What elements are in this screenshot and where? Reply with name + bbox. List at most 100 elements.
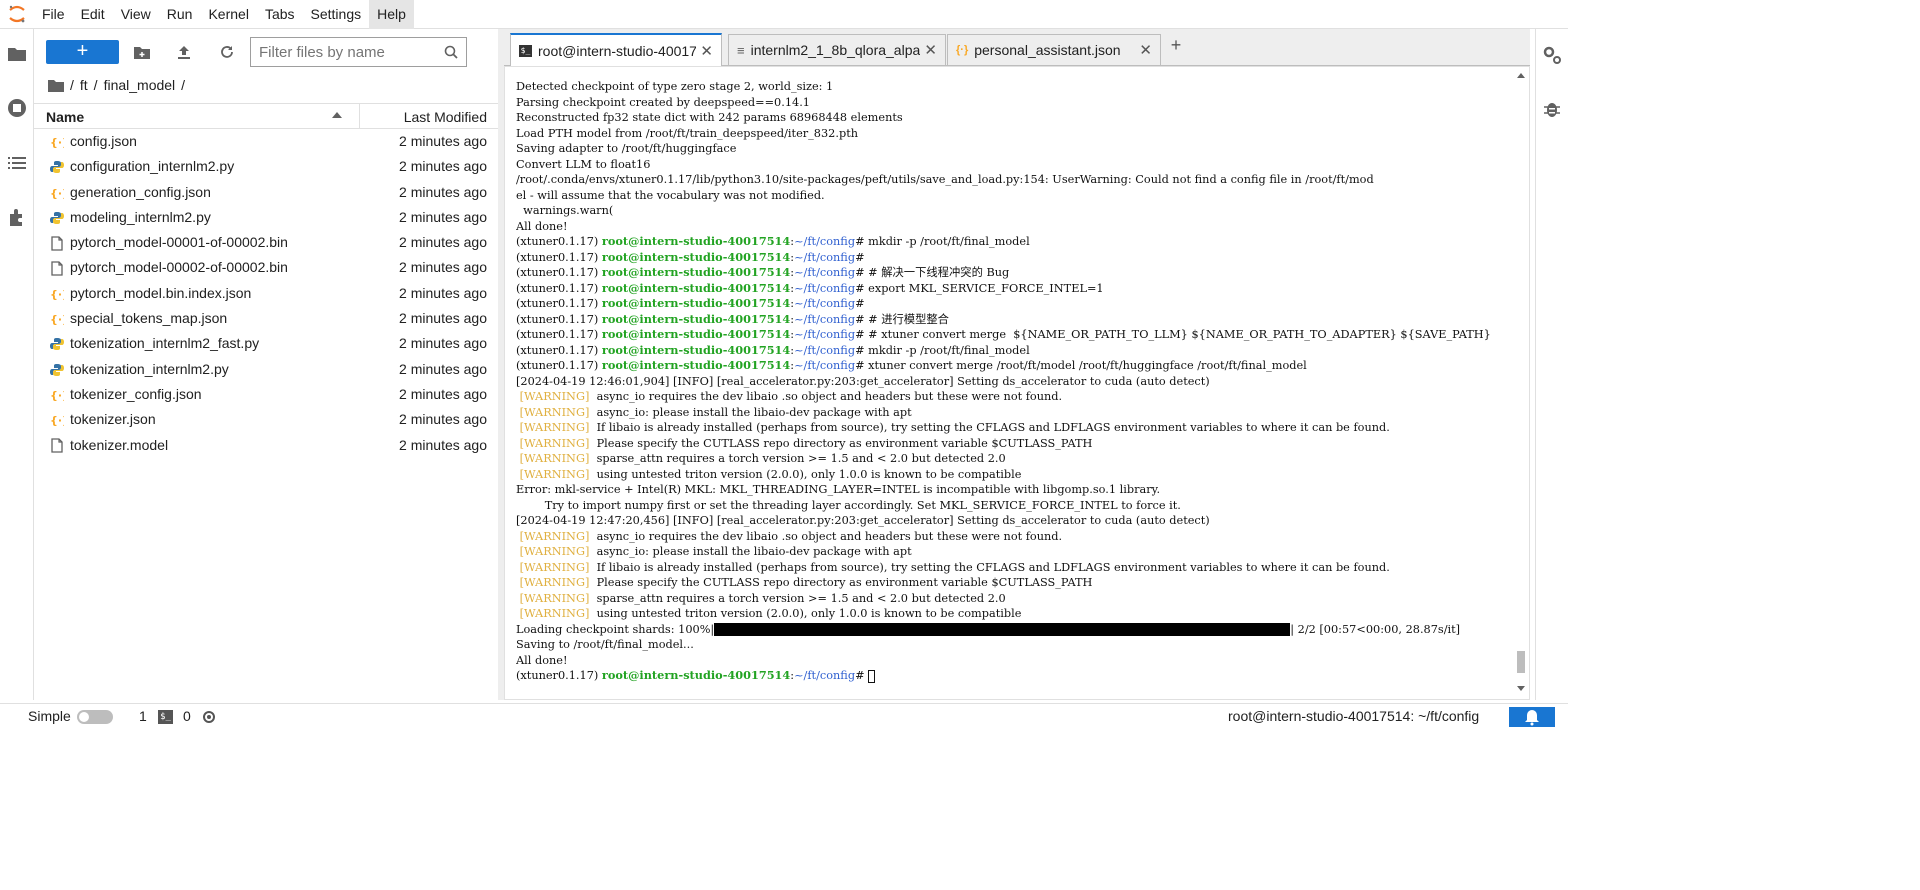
file-row[interactable]: {·} tokenizer_config.json 2 minutes ago — [34, 382, 498, 407]
terminal-line: (xtuner0.1.17) root@intern-studio-400175… — [516, 280, 1104, 295]
file-name: config.json — [70, 133, 137, 149]
simple-mode-toggle[interactable] — [77, 710, 113, 724]
file-row[interactable]: {·} config.json 2 minutes ago — [34, 129, 498, 154]
menu-kernel[interactable]: Kernel — [200, 0, 256, 29]
add-tab-button[interactable]: + — [1164, 34, 1188, 58]
file-row[interactable]: pytorch_model-00001-of-00002.bin 2 minute… — [34, 230, 498, 255]
json-file-icon: {·} — [49, 387, 65, 403]
warning-tag: [WARNING] — [519, 421, 590, 434]
terminal-line: (xtuner0.1.17) root@intern-studio-400175… — [516, 358, 1307, 372]
prompt-env: (xtuner0.1.17) — [516, 235, 602, 248]
prompt-host: root@intern-studio-40017514 — [601, 280, 791, 295]
menu-settings[interactable]: Settings — [303, 0, 370, 29]
file-row[interactable]: {·} pytorch_model.bin.index.json 2 minutes… — [34, 281, 498, 306]
right-sidebar — [1535, 29, 1568, 700]
terminal-line: [2024-04-19 12:47:20,456] [INFO] [real_a… — [516, 514, 1210, 527]
close-icon[interactable]: ✕ — [700, 42, 713, 60]
tab-config-file[interactable]: ≡ internlm2_1_8b_qlora_alpa ✕ — [728, 34, 946, 65]
terminal-line: All done! — [516, 653, 568, 667]
terminal-line: Parsing checkpoint created by deepspeed=… — [516, 95, 810, 109]
sort-ascending-icon[interactable] — [332, 111, 342, 119]
file-row[interactable]: {·} tokenizer.json 2 minutes ago — [34, 407, 498, 432]
filter-input[interactable] — [259, 43, 444, 61]
file-browser-toolbar: + — [34, 29, 498, 77]
menu-run[interactable]: Run — [159, 0, 201, 29]
terminal-line: Saving adapter to /root/ft/huggingface — [516, 142, 737, 155]
terminal-line: Error: mkl-service + Intel(R) MKL: MKL_T… — [516, 483, 1161, 496]
extensions-icon[interactable] — [5, 205, 29, 229]
python-file-icon — [49, 336, 65, 352]
breadcrumb-sep: / — [93, 77, 98, 93]
warning-text: If libaio is already installed (perhaps … — [596, 560, 1390, 574]
terminal-area[interactable]: Detected checkpoint of type zero stage 2… — [504, 66, 1530, 700]
new-folder-icon[interactable] — [131, 41, 153, 63]
debugger-bug-icon[interactable] — [1540, 97, 1564, 121]
breadcrumb-ft[interactable]: ft — [80, 77, 88, 93]
warning-tag: [WARNING] — [519, 529, 590, 543]
status-terminal-path: root@intern-studio-40017514: ~/ft/config — [1228, 708, 1480, 724]
prompt-host: root@intern-studio-40017514 — [601, 668, 791, 682]
terminal-count[interactable]: 0 — [183, 708, 191, 724]
tab-json-file[interactable]: {·} personal_assistant.json ✕ — [947, 34, 1161, 65]
file-row[interactable]: tokenization_internlm2_fast.py 2 minutes … — [34, 331, 498, 356]
folder-icon[interactable] — [5, 42, 29, 66]
gear-icon[interactable] — [201, 709, 217, 725]
new-launcher-button[interactable]: + — [46, 40, 119, 64]
modified-column-header[interactable]: Last Modified — [404, 109, 487, 125]
kernel-count[interactable]: 1 — [139, 708, 147, 724]
menu-view[interactable]: View — [113, 0, 159, 29]
refresh-icon[interactable] — [216, 41, 238, 63]
prompt-host: root@intern-studio-40017514 — [601, 358, 791, 372]
close-icon[interactable]: ✕ — [1139, 41, 1152, 59]
warning-text: async_io: please install the libaio-dev … — [596, 405, 912, 419]
search-icon — [444, 45, 458, 59]
file-row[interactable]: tokenization_internlm2.py 2 minutes ago — [34, 357, 498, 382]
prompt-host: root@intern-studio-40017514 — [601, 265, 791, 279]
json-file-icon: {·} — [49, 286, 65, 302]
menu-help[interactable]: Help — [369, 0, 414, 29]
menu-tabs[interactable]: Tabs — [257, 0, 303, 29]
file-modified: 2 minutes ago — [399, 234, 487, 251]
file-modified: 2 minutes ago — [399, 183, 487, 200]
terminal-line: [WARNING] using untested triton version … — [516, 606, 1508, 622]
terminal-output: Detected checkpoint of type zero stage 2… — [516, 79, 1508, 684]
breadcrumb-final-model[interactable]: final_model — [104, 77, 176, 93]
json-file-icon: {·} — [49, 311, 65, 327]
filter-files-field[interactable] — [250, 37, 467, 67]
warning-text: async_io requires the dev libaio .so obj… — [596, 390, 1063, 403]
upload-icon[interactable] — [173, 41, 195, 63]
prompt-host: root@intern-studio-40017514 — [601, 296, 791, 310]
close-icon[interactable]: ✕ — [924, 41, 937, 59]
table-of-contents-icon[interactable] — [5, 151, 29, 175]
terminal-line: (xtuner0.1.17) root@intern-studio-400175… — [516, 249, 869, 264]
name-column-header[interactable]: Name — [46, 109, 84, 125]
warning-tag: [WARNING] — [519, 390, 590, 403]
terminal-status-icon[interactable]: $_ — [158, 710, 173, 724]
command-text: # xtuner convert merge ${NAME_OR_PATH_TO… — [868, 328, 1491, 341]
property-inspector-gear-icon[interactable] — [1540, 43, 1564, 67]
file-row[interactable]: modeling_internlm2.py 2 minutes ago — [34, 205, 498, 230]
terminal-line: Load PTH model from /root/ft/train_deeps… — [516, 126, 859, 140]
menu-file[interactable]: File — [34, 0, 73, 29]
prompt-path: ~/ft/config — [794, 297, 856, 310]
column-divider[interactable] — [359, 104, 360, 128]
terminal-scrollbar[interactable] — [1515, 69, 1527, 697]
menu-bar: File Edit View Run Kernel Tabs Settings Help — [0, 0, 1568, 29]
file-row[interactable]: pytorch_model-00002-of-00002.bin 2 minute… — [34, 255, 498, 280]
running-sessions-icon[interactable] — [5, 96, 29, 120]
notification-bell-icon[interactable] — [1509, 707, 1555, 727]
warning-tag: [WARNING] — [519, 607, 590, 620]
file-row[interactable]: {·} special_tokens_map.json 2 minutes ago — [34, 306, 498, 331]
json-file-icon: {·} — [49, 134, 65, 150]
file-row[interactable]: configuration_internlm2.py 2 minutes ago — [34, 154, 498, 179]
tab-label: root@intern-studio-40017 — [538, 42, 697, 59]
menu-edit[interactable]: Edit — [73, 0, 113, 29]
file-row[interactable]: {·} generation_config.json 2 minutes ago — [34, 180, 498, 205]
progress-prefix: Loading checkpoint shards: 100%| — [516, 622, 715, 636]
terminal-line: [WARNING] If libaio is already installed… — [516, 560, 1508, 576]
file-row[interactable]: tokenizer.model 2 minutes ago — [34, 433, 498, 458]
home-folder-icon[interactable] — [48, 79, 64, 92]
terminal-line: (xtuner0.1.17) root@intern-studio-400175… — [516, 342, 1030, 357]
file-name: pytorch_model.bin.index.json — [70, 284, 252, 301]
tab-terminal[interactable]: $_ root@intern-studio-40017 ✕ — [510, 33, 722, 66]
